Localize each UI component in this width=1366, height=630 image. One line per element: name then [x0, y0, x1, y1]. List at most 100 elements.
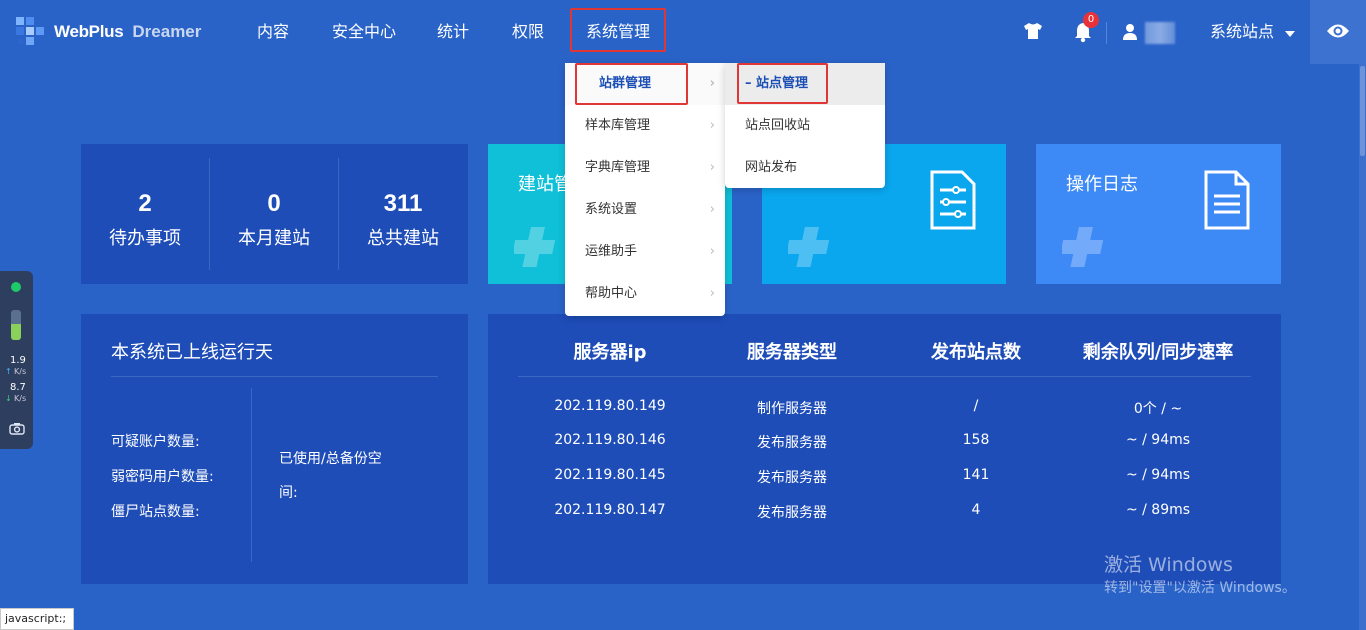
tile-operation-log[interactable]: 操作日志 [1036, 144, 1281, 284]
menu-item-site-publish[interactable]: 网站发布 [725, 147, 885, 189]
status-dot-icon [11, 282, 21, 292]
scrollbar-thumb[interactable] [1360, 66, 1365, 156]
system-runtime-card: 本系统已上线运行天 可疑账户数量: 弱密码用户数量: 僵尸站点数量: 已使用/总… [81, 314, 468, 584]
activation-watermark-hint: 转到"设置"以激活 Windows。 [1104, 580, 1296, 596]
stat-month-sites-label: 本月建站 [238, 228, 310, 249]
backup-usage-label-1: 已使用/总备份空 [279, 451, 382, 467]
menu-item-label: 站点回收站 [745, 118, 811, 133]
download-unit: K/s [14, 394, 27, 403]
server-ip: 202.119.80.147 [554, 502, 666, 518]
stat-pending-label: 待办事项 [109, 228, 181, 249]
menu-item-label: 字典库管理 [585, 160, 651, 175]
upload-arrow-icon: ↑ [5, 367, 12, 376]
eye-icon [1326, 22, 1350, 44]
stat-pending-value: 2 [138, 190, 152, 217]
stat-pending[interactable]: 2 待办事项 [81, 190, 209, 250]
runtime-divider [111, 376, 438, 377]
stats-card: 2 待办事项 0 本月建站 311 总共建站 [81, 144, 468, 284]
backup-usage-label-2: 间: [279, 485, 298, 501]
stat-month-sites[interactable]: 0 本月建站 [210, 190, 338, 250]
menu-item-label: 样本库管理 [585, 118, 651, 133]
username-blurred[interactable] [1145, 22, 1175, 44]
tile-deco-icon [1060, 222, 1112, 272]
tile-deco-icon [786, 222, 838, 272]
server-type: 制作服务器 [757, 401, 827, 417]
download-speed: 8.7 [10, 382, 26, 393]
server-type: 发布服务器 [757, 505, 827, 521]
server-site-count: 158 [962, 432, 990, 448]
runtime-title: 本系统已上线运行天 [111, 342, 273, 363]
stat-total-sites-value: 311 [383, 190, 423, 217]
camera-icon[interactable] [9, 420, 25, 439]
document-log-icon [1202, 170, 1250, 234]
server-header-ip: 服务器ip [573, 342, 647, 363]
nav-permissions[interactable]: 权限 [512, 20, 544, 44]
menu-item-help-center[interactable]: 帮助中心 › [565, 273, 725, 315]
tile-deco-icon [512, 222, 564, 272]
network-speed-widget[interactable]: 1.9 ↑ K/s 8.7 ↓ K/s [0, 271, 33, 449]
menu-item-dictionary[interactable]: 字典库管理 › [565, 147, 725, 189]
menu-item-label: 运维助手 [585, 244, 638, 259]
highlight-site-management [737, 63, 828, 104]
brand-subtitle: Dreamer [132, 22, 202, 41]
preview-toggle[interactable] [1310, 0, 1366, 64]
chevron-right-icon: › [709, 76, 715, 91]
highlight-system-management [570, 8, 666, 52]
chevron-right-icon: › [709, 286, 715, 301]
runtime-vertical-divider [251, 388, 252, 562]
activation-watermark-title: 激活 Windows [1104, 554, 1233, 576]
browser-status-url: javascript:; [0, 608, 74, 630]
tile-build-site-title: 建站管 [518, 174, 572, 195]
brand-name: WebPlus [54, 22, 124, 41]
webplus-logo-icon [14, 15, 48, 49]
upload-speed: 1.9 [10, 355, 26, 366]
server-ip: 202.119.80.145 [554, 467, 666, 483]
chevron-right-icon: › [709, 244, 715, 259]
nav-statistics[interactable]: 统计 [437, 20, 469, 44]
brand-logo[interactable]: WebPlus Dreamer [14, 15, 201, 49]
server-header-sites: 发布站点数 [931, 342, 1021, 363]
server-queue-rate: ~ / 94ms [1125, 467, 1191, 483]
stat-total-sites[interactable]: 311 总共建站 [339, 190, 467, 250]
server-table-divider [518, 376, 1251, 377]
server-type: 发布服务器 [757, 435, 827, 451]
nav-content[interactable]: 内容 [257, 20, 289, 44]
server-queue-rate: 0个 / ~ [1133, 401, 1183, 417]
upload-unit: K/s [14, 367, 27, 376]
user-icon[interactable] [1122, 23, 1138, 45]
suspicious-accounts-label: 可疑账户数量: [111, 434, 200, 450]
menu-item-label: 网站发布 [745, 160, 798, 175]
usage-bar-icon [11, 310, 21, 340]
server-table-card: 服务器ip 服务器类型 发布站点数 剩余队列/同步速率 202.119.80.1… [488, 314, 1281, 584]
zombie-sites-label: 僵尸站点数量: [111, 504, 200, 520]
tshirt-theme-icon[interactable] [1022, 22, 1044, 44]
highlight-cluster-management [575, 63, 688, 105]
server-header-type: 服务器类型 [747, 342, 837, 363]
caret-down-icon [1285, 21, 1296, 45]
menu-item-sample-library[interactable]: 样本库管理 › [565, 105, 725, 147]
server-ip: 202.119.80.149 [554, 398, 666, 414]
tile-operation-log-title: 操作日志 [1066, 174, 1138, 195]
menu-item-label: 帮助中心 [585, 286, 638, 301]
header-divider [1106, 22, 1107, 44]
menu-item-ops-assistant[interactable]: 运维助手 › [565, 231, 725, 273]
chevron-right-icon: › [709, 160, 715, 175]
server-site-count: 141 [962, 467, 990, 483]
menu-item-system-settings[interactable]: 系统设置 › [565, 189, 725, 231]
server-site-count: / [973, 398, 979, 414]
stat-month-sites-value: 0 [267, 190, 281, 217]
server-queue-rate: ~ / 94ms [1125, 432, 1191, 448]
menu-item-label: 系统设置 [585, 202, 638, 217]
menu-item-site-recycle-bin[interactable]: 站点回收站 [725, 105, 885, 147]
chevron-right-icon: › [709, 202, 715, 217]
weak-password-users-label: 弱密码用户数量: [111, 469, 214, 485]
server-queue-rate: ~ / 89ms [1125, 502, 1191, 518]
nav-security-center[interactable]: 安全中心 [332, 20, 396, 44]
download-arrow-icon: ↓ [5, 394, 12, 403]
stat-total-sites-label: 总共建站 [367, 228, 439, 249]
site-selector[interactable]: 系统站点 [1210, 20, 1296, 45]
site-selector-label: 系统站点 [1210, 22, 1275, 41]
document-settings-icon [928, 170, 976, 234]
server-ip: 202.119.80.146 [554, 432, 666, 448]
chevron-right-icon: › [709, 118, 715, 133]
